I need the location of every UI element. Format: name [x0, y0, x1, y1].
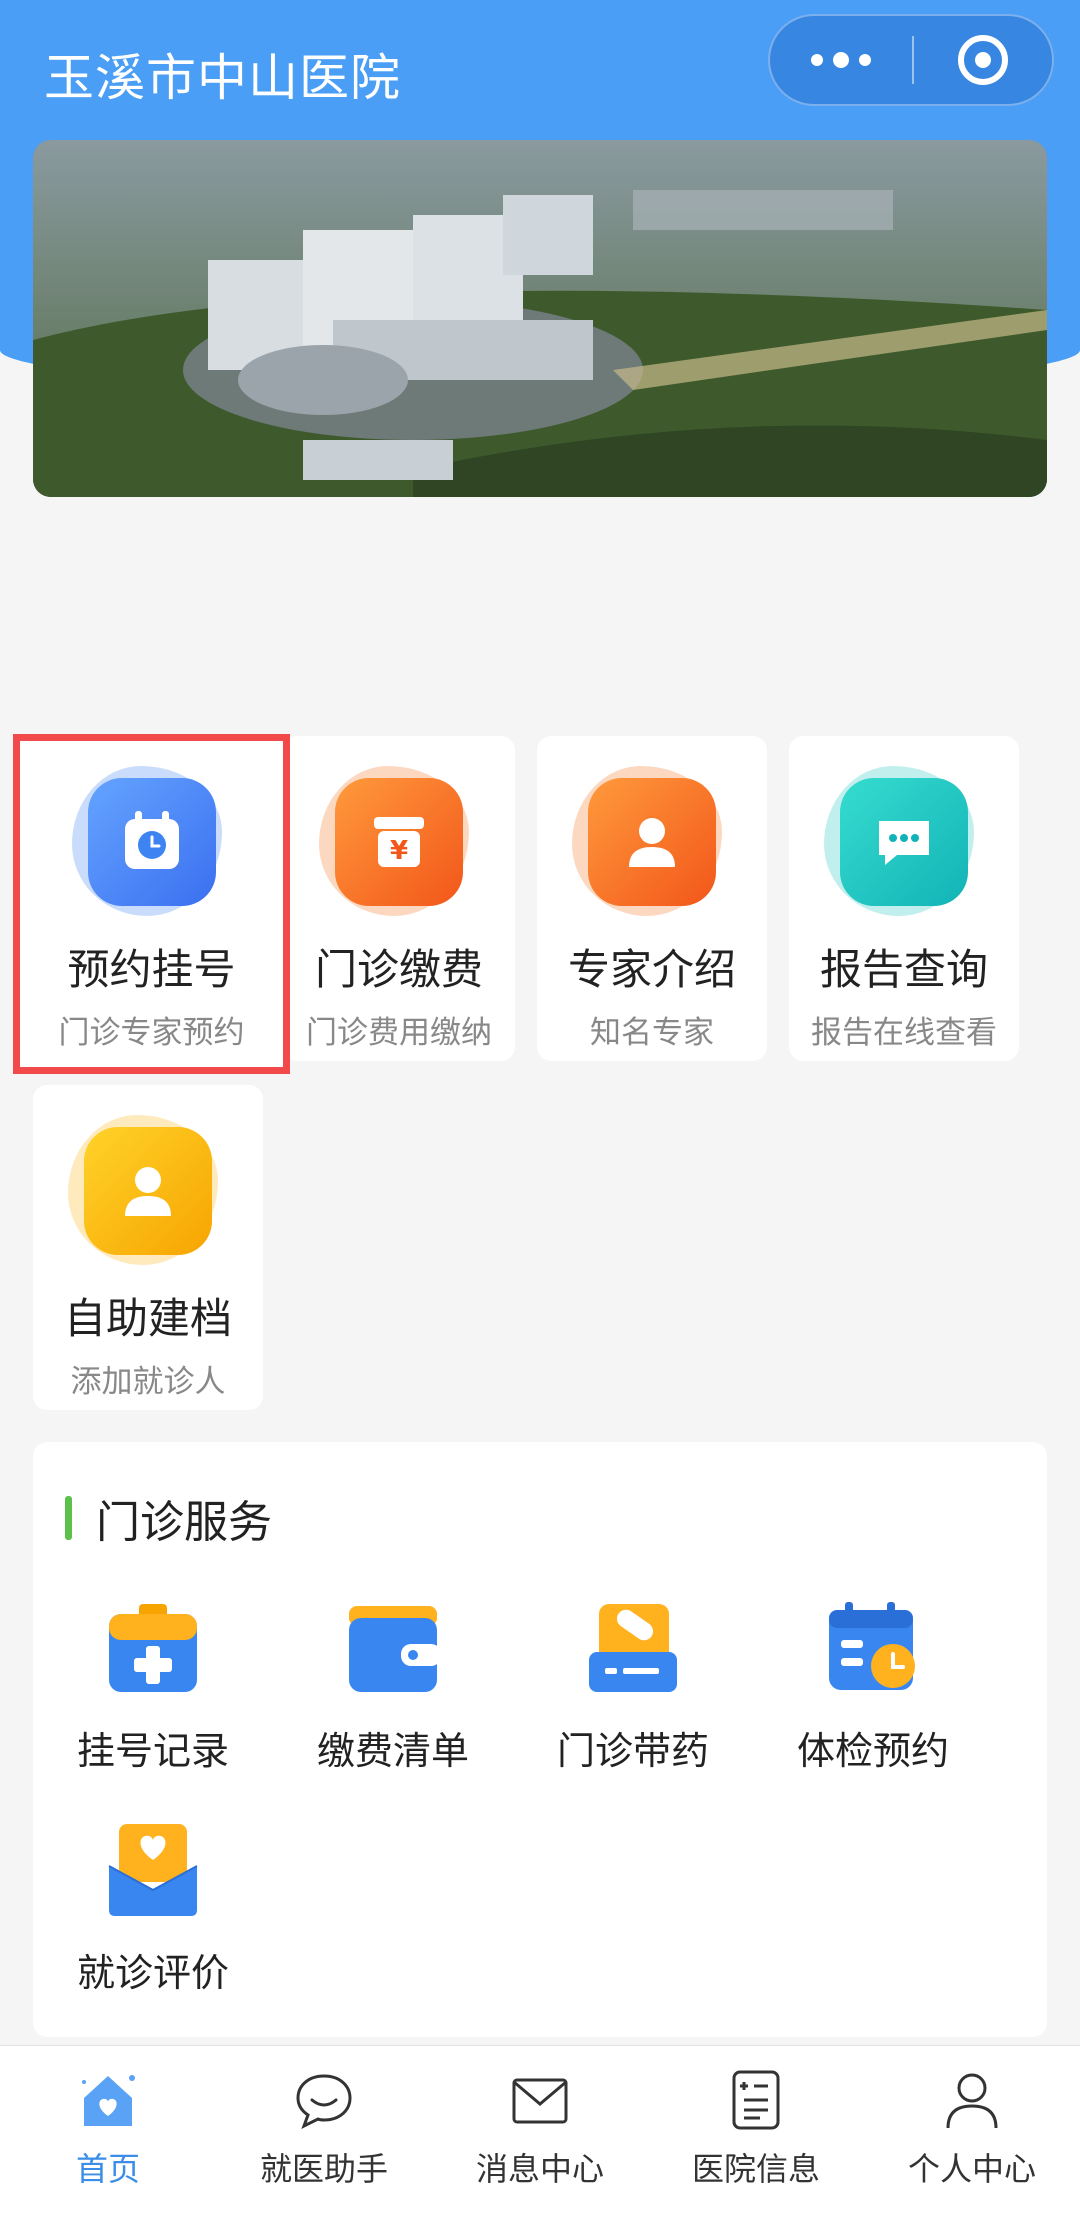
chat-bubble-icon [840, 778, 968, 906]
card-expert-introduction[interactable]: 专家介绍 知名专家 [537, 736, 767, 1061]
calendar-clock-icon [87, 778, 216, 906]
card-title: 专家介绍 [567, 945, 736, 994]
close-target-icon[interactable] [914, 35, 1052, 85]
service-outpatient-medicine[interactable]: 门诊带药 [533, 1600, 733, 1775]
card-subtitle: 添加就诊人 [70, 1364, 226, 1400]
document-icon [732, 2070, 780, 2130]
app-title: 玉溪市中山医院 [44, 49, 401, 107]
service-visit-evaluation[interactable]: 就诊评价 [53, 1822, 253, 1997]
section-header: 门诊服务 [65, 1486, 272, 1550]
medical-kit-icon [109, 1604, 197, 1692]
tab-message-center[interactable]: 消息中心 [432, 2046, 648, 2219]
tab-home[interactable]: 首页 [0, 2046, 216, 2219]
appointment-icon-wrap [71, 766, 222, 916]
service-physical-exam-appointment[interactable]: 体检预约 [773, 1600, 973, 1775]
yen-payment-icon: ¥ [335, 778, 463, 906]
tab-label: 首页 [75, 2150, 140, 2188]
service-label: 体检预约 [796, 1729, 949, 1773]
tab-label: 就医助手 [259, 2150, 388, 2188]
heart-envelope-icon [108, 1824, 198, 1916]
payment-icon-wrap: ¥ [319, 766, 469, 916]
card-appointment-registration[interactable]: 预约挂号 门诊专家预约 [15, 736, 288, 1071]
card-title: 门诊缴费 [314, 945, 483, 994]
card-title: 预约挂号 [67, 945, 236, 994]
tab-personal-center[interactable]: 个人中心 [864, 2046, 1080, 2219]
more-options-icon[interactable] [770, 16, 912, 104]
doctor-avatar-icon [588, 778, 716, 906]
card-report-query[interactable]: 报告查询 报告在线查看 [789, 736, 1019, 1061]
tab-hospital-info[interactable]: 医院信息 [648, 2046, 864, 2219]
card-subtitle: 门诊费用缴纳 [306, 1015, 492, 1051]
section-accent-bar [65, 1496, 72, 1540]
card-self-registration[interactable]: 自助建档 添加就诊人 [33, 1085, 263, 1410]
calendar-time-icon [829, 1602, 915, 1690]
chat-smile-icon [296, 2074, 352, 2130]
medicine-pill-icon [589, 1604, 677, 1692]
svg-text:¥: ¥ [390, 836, 408, 866]
service-label: 就诊评价 [76, 1951, 229, 1995]
envelope-icon [512, 2078, 568, 2124]
service-label: 门诊带药 [556, 1729, 709, 1773]
report-icon-wrap [824, 766, 974, 916]
bottom-tab-bar: 首页 就医助手 消息中心 医院信息 个人中心 [0, 2045, 1080, 2219]
self-registration-icon-wrap [68, 1115, 218, 1265]
hospital-banner-image[interactable] [33, 140, 1047, 497]
card-subtitle: 知名专家 [590, 1015, 714, 1051]
tab-label: 医院信息 [691, 2150, 820, 2188]
tab-label: 消息中心 [475, 2150, 604, 2188]
home-page: 玉溪市中山医院 预约挂号 门诊专家预约 ¥ 门诊缴费 门诊费用缴纳 专家介绍 知… [0, 0, 1080, 2219]
service-payment-list[interactable]: 缴费清单 [293, 1600, 493, 1775]
service-label: 挂号记录 [76, 1729, 229, 1773]
mini-program-capsule [768, 14, 1054, 106]
user-icon [946, 2073, 998, 2129]
service-registration-record[interactable]: 挂号记录 [53, 1600, 253, 1775]
card-title: 自助建档 [63, 1294, 232, 1343]
tab-medical-assistant[interactable]: 就医助手 [216, 2046, 432, 2219]
card-subtitle: 门诊专家预约 [58, 1015, 245, 1051]
home-icon [82, 2075, 135, 2126]
tab-label: 个人中心 [907, 2150, 1036, 2188]
person-icon [84, 1127, 212, 1255]
card-outpatient-payment[interactable]: ¥ 门诊缴费 门诊费用缴纳 [283, 736, 515, 1061]
card-title: 报告查询 [819, 945, 988, 994]
outpatient-services-panel: 门诊服务 挂号记录 缴费清单 门诊带药 体检预约 就诊评价 [33, 1442, 1047, 2037]
service-label: 缴费清单 [316, 1729, 469, 1773]
wallet-icon [349, 1606, 441, 1692]
card-subtitle: 报告在线查看 [811, 1015, 997, 1051]
expert-icon-wrap [572, 766, 722, 916]
section-title: 门诊服务 [96, 1497, 272, 1548]
